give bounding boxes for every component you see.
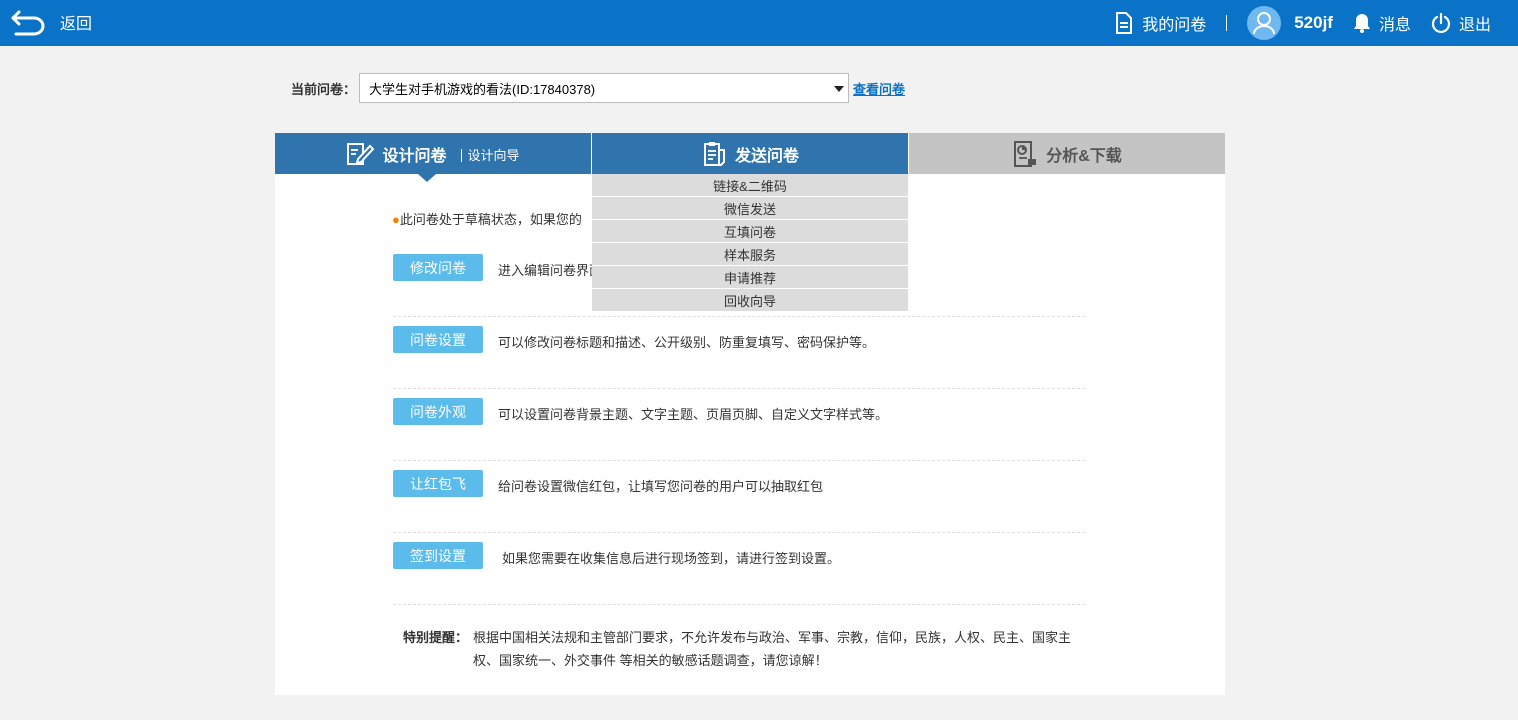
report-icon [1014, 140, 1037, 167]
topbar-right: 我的问卷 520jf 消息 退出 [1114, 0, 1518, 46]
power-icon [1431, 13, 1451, 33]
my-surveys-label: 我的问卷 [1142, 17, 1207, 34]
username[interactable]: 520jf [1294, 13, 1333, 33]
send-dropdown-menu: 链接&二维码 微信发送 互填问卷 样本服务 申请推荐 回收向导 [592, 174, 908, 312]
user-icon [1253, 12, 1276, 35]
tab-design[interactable]: 设计问卷 设计向导 [275, 133, 591, 182]
messages-link[interactable]: 消息 [1353, 11, 1411, 35]
tab-bar: 设计问卷 设计向导 发送问卷 分析&下载 [275, 133, 1225, 182]
menu-item-apply-recommend[interactable]: 申请推荐 [592, 266, 908, 289]
logout-label: 退出 [1458, 17, 1491, 34]
top-bar: 返回 我的问卷 520jf 消息 退出 [0, 0, 1518, 46]
messages-label: 消息 [1378, 17, 1411, 34]
design-wizard-link[interactable]: 设计向导 [460, 149, 520, 162]
special-reminder: 特别提醒： 根据中国相关法规和主管部门要求，不允许发布与政治、军事、宗教，信仰，… [403, 626, 1083, 672]
menu-item-link-qrcode[interactable]: 链接&二维码 [592, 174, 908, 197]
survey-appearance-desc: 可以设置问卷背景主题、文字主题、页眉页脚、自定义文字样式等。 [498, 407, 889, 422]
survey-select[interactable]: 大学生对手机游戏的看法(ID:17840378) [359, 73, 850, 103]
tab-design-label: 设计问卷 [382, 147, 447, 165]
reminder-text: 根据中国相关法规和主管部门要求，不允许发布与政治、军事、宗教，信仰，民族，人权、… [473, 630, 1072, 668]
separator [1226, 15, 1228, 31]
active-tab-pointer [418, 174, 436, 182]
red-packet-desc: 给问卷设置微信红包，让填写您问卷的用户可以抽取红包 [498, 479, 824, 494]
main-panel: 设计问卷 设计向导 发送问卷 分析&下载 链接&二维码 微信发送 互填问卷 样本… [275, 133, 1225, 695]
chevron-down-icon [834, 86, 845, 92]
survey-settings-desc: 可以修改问卷标题和描述、公开级别、防重复填写、密码保护等。 [498, 335, 876, 350]
edit-survey-desc: 进入编辑问卷界面 [498, 263, 603, 278]
survey-appearance-button[interactable]: 问卷外观 [393, 398, 483, 425]
my-surveys-link[interactable]: 我的问卷 [1114, 11, 1206, 35]
view-survey-link[interactable]: 查看问卷 [853, 79, 905, 98]
action-row-checkin: 签到设置 如果您需要在收集信息后进行现场签到，请进行签到设置。 [393, 533, 1085, 605]
survey-select-value: 大学生对手机游戏的看法(ID:17840378) [369, 81, 596, 97]
action-row-appearance: 问卷外观 可以设置问卷背景主题、文字主题、页眉页脚、自定义文字样式等。 [393, 389, 1085, 461]
bullet-dot-icon: ● [392, 212, 400, 227]
back-label: 返回 [60, 16, 93, 33]
survey-select-label: 当前问卷： [291, 81, 357, 97]
menu-item-collect-wizard[interactable]: 回收向导 [592, 289, 908, 312]
draft-notice: ●此问卷处于草稿状态，如果您的 [392, 209, 582, 228]
menu-item-sample-service[interactable]: 样本服务 [592, 243, 908, 266]
menu-item-mutual-fill[interactable]: 互填问卷 [592, 220, 908, 243]
avatar[interactable] [1247, 6, 1282, 40]
tab-send[interactable]: 发送问卷 [592, 133, 908, 174]
action-row-settings: 问卷设置 可以修改问卷标题和描述、公开级别、防重复填写、密码保护等。 [393, 317, 1085, 389]
tab-analyze-label: 分析&下载 [1046, 147, 1122, 165]
reminder-label: 特别提醒： [403, 630, 469, 645]
back-button[interactable]: 返回 [10, 7, 92, 37]
edit-document-icon [347, 142, 375, 165]
survey-settings-button[interactable]: 问卷设置 [393, 326, 483, 353]
back-arrow-icon [11, 10, 45, 36]
red-packet-button[interactable]: 让红包飞 [393, 470, 483, 497]
document-icon [1116, 12, 1133, 34]
edit-survey-button[interactable]: 修改问卷 [393, 254, 483, 281]
tab-send-label: 发送问卷 [734, 147, 799, 165]
clipboard-icon [703, 141, 725, 166]
logout-link[interactable]: 退出 [1431, 11, 1491, 35]
bell-icon [1353, 14, 1370, 33]
tab-analyze[interactable]: 分析&下载 [909, 133, 1225, 174]
survey-select-row: 当前问卷： 大学生对手机游戏的看法(ID:17840378) 查看问卷 [291, 73, 905, 103]
draft-notice-text: 此问卷处于草稿状态，如果您的 [399, 212, 582, 227]
checkin-settings-button[interactable]: 签到设置 [393, 542, 483, 569]
menu-item-wechat-send[interactable]: 微信发送 [592, 197, 908, 220]
checkin-settings-desc: 如果您需要在收集信息后进行现场签到，请进行签到设置。 [502, 551, 841, 566]
action-row-red-packet: 让红包飞 给问卷设置微信红包，让填写您问卷的用户可以抽取红包 [393, 461, 1085, 533]
